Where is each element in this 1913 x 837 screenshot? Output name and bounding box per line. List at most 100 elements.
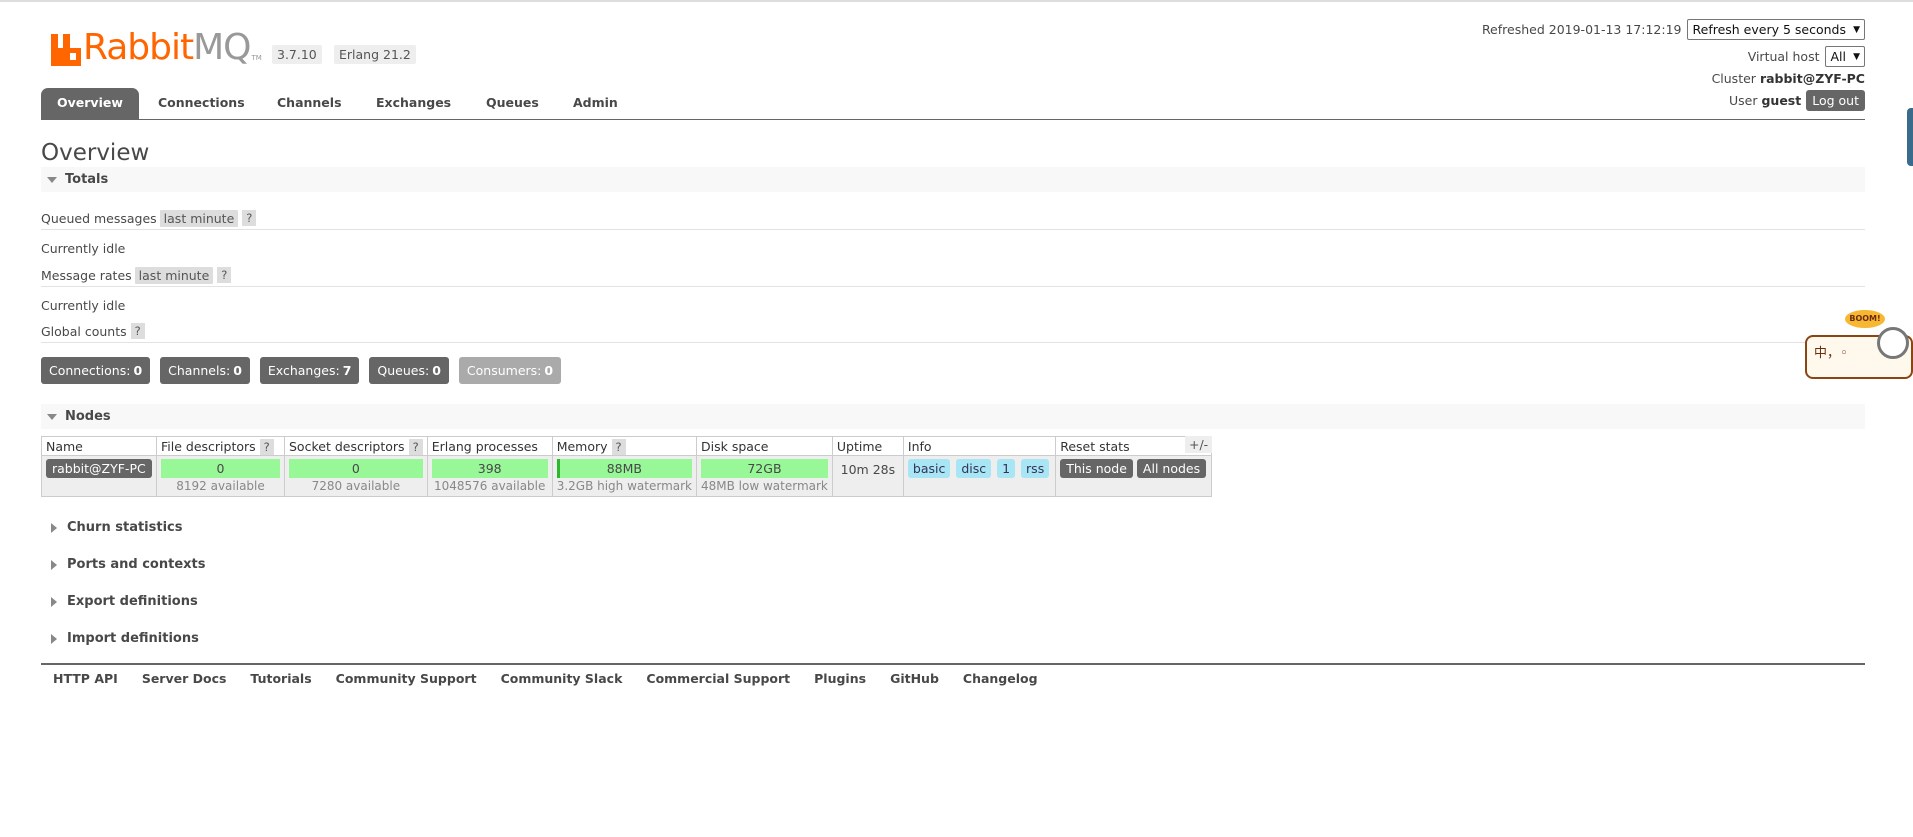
triangle-right-icon <box>51 596 57 607</box>
section-label: Totals <box>65 172 109 187</box>
queued-messages-status: Currently idle <box>41 241 126 256</box>
footer-links: HTTP API Server Docs Tutorials Community… <box>41 663 1865 686</box>
edge-sidebar-handle[interactable] <box>1907 108 1913 166</box>
footer-link-commercial-support[interactable]: Commercial Support <box>646 671 790 686</box>
message-rates-header: Message rates last minute ? <box>41 264 1865 287</box>
logo-trademark: TM <box>251 54 262 62</box>
footer-link-server-docs[interactable]: Server Docs <box>142 671 227 686</box>
queued-messages-label: Queued messages <box>41 210 157 226</box>
logo-wordmark: RabbitMQ <box>83 27 252 68</box>
section-toggle-nodes[interactable]: Nodes <box>41 404 1865 429</box>
queued-messages-header: Queued messages last minute ? <box>41 207 1865 230</box>
section-label: Nodes <box>65 409 111 424</box>
queued-messages-range-button[interactable]: last minute <box>159 209 239 227</box>
version-badge: 3.7.10 <box>272 45 322 64</box>
memory-bar: 88MB <box>556 459 692 478</box>
message-rates-status: Currently idle <box>41 298 126 313</box>
table-row: rabbit@ZYF-PC 0 8192 available 0 7280 av… <box>41 455 1213 497</box>
footer-link-plugins[interactable]: Plugins <box>814 671 866 686</box>
queued-messages-help-button[interactable]: ? <box>242 210 257 226</box>
help-button[interactable]: ? <box>259 438 274 455</box>
uptime-value: 10m 28s <box>831 455 904 497</box>
column-header: Info <box>902 436 1057 456</box>
column-header: Memory? <box>551 436 698 456</box>
column-header: Uptime <box>831 436 904 456</box>
footer-link-github[interactable]: GitHub <box>890 671 939 686</box>
message-rates-help-button[interactable]: ? <box>217 267 232 283</box>
section-toggle-totals[interactable]: Totals <box>41 167 1865 192</box>
triangle-right-icon <box>51 522 57 533</box>
message-rates-label: Message rates <box>41 267 132 283</box>
footer-link-tutorials[interactable]: Tutorials <box>250 671 311 686</box>
refresh-interval-select[interactable]: Refresh every 5 seconds ▼ <box>1686 18 1865 40</box>
section-label: Ports and contexts <box>67 557 206 572</box>
reset-all-nodes-button[interactable]: All nodes <box>1136 459 1207 478</box>
top-border <box>0 0 1913 2</box>
ime-floating-widget[interactable]: 中，◦ BOOM! <box>1805 305 1913 379</box>
socket-descriptors-available: 7280 available <box>311 479 401 493</box>
info-badge-count[interactable]: 1 <box>997 459 1016 478</box>
queues-count-button[interactable]: Queues: 0 <box>369 357 449 384</box>
consumers-count-button[interactable]: Consumers: 0 <box>458 357 562 384</box>
column-header: Name <box>41 436 157 456</box>
column-header: Erlang processes <box>426 436 553 456</box>
triangle-right-icon <box>51 559 57 570</box>
tab-admin[interactable]: Admin <box>573 88 618 119</box>
footer-link-changelog[interactable]: Changelog <box>963 671 1038 686</box>
exchanges-count-button[interactable]: Exchanges: 7 <box>259 357 360 384</box>
message-rates-range-button[interactable]: last minute <box>134 266 214 284</box>
global-counts: Connections: 0 Channels: 0 Exchanges: 7 Que… <box>41 357 562 384</box>
footer-link-http-api[interactable]: HTTP API <box>53 671 118 686</box>
page-title: Overview <box>41 140 150 166</box>
erlang-version-badge: Erlang 21.2 <box>334 45 416 64</box>
dropdown-arrow-icon: ▼ <box>1853 24 1860 35</box>
global-counts-header: Global counts ? <box>41 320 1865 343</box>
file-descriptors-available: 8192 available <box>176 479 265 493</box>
rabbitmq-logo-icon <box>51 34 81 66</box>
section-label: Churn statistics <box>67 520 183 535</box>
tab-overview[interactable]: Overview <box>41 88 139 119</box>
help-button[interactable]: ? <box>611 438 626 455</box>
main-nav-tabs: Overview Connections Channels Exchanges … <box>41 88 1865 120</box>
memory-watermark: 3.2GB high watermark <box>556 479 692 493</box>
channels-count-button[interactable]: Channels: 0 <box>160 357 250 384</box>
tab-connections[interactable]: Connections <box>158 88 245 119</box>
info-badge-basic[interactable]: basic <box>907 459 951 478</box>
dropdown-arrow-icon: ▼ <box>1853 51 1860 62</box>
rabbitmq-logo[interactable]: RabbitMQ TM <box>51 26 262 66</box>
node-name-link[interactable]: rabbit@ZYF-PC <box>46 459 152 478</box>
tab-channels[interactable]: Channels <box>277 88 342 119</box>
section-toggle-ports-and-contexts[interactable]: Ports and contexts <box>41 552 1865 577</box>
tab-exchanges[interactable]: Exchanges <box>376 88 451 119</box>
socket-descriptors-bar: 0 <box>289 459 423 478</box>
global-counts-label: Global counts <box>41 323 127 339</box>
section-toggle-export-definitions[interactable]: Export definitions <box>41 589 1865 614</box>
triangle-down-icon <box>47 176 57 183</box>
triangle-down-icon <box>47 413 57 420</box>
info-badge-rss[interactable]: rss <box>1021 459 1050 478</box>
info-badge-disc[interactable]: disc <box>956 459 992 478</box>
section-label: Import definitions <box>67 631 199 646</box>
boom-sticker-icon: BOOM! <box>1845 310 1885 328</box>
table-header-row: Name File descriptors? Socket descriptor… <box>41 436 1213 456</box>
nodes-table: Name File descriptors? Socket descriptor… <box>41 436 1213 497</box>
column-header: File descriptors? <box>156 436 285 456</box>
virtual-host-select[interactable]: All ▼ <box>1824 45 1865 67</box>
section-toggle-import-definitions[interactable]: Import definitions <box>41 626 1865 651</box>
refreshed-timestamp: Refreshed 2019-01-13 17:12:19 <box>1481 21 1682 37</box>
help-button[interactable]: ? <box>408 438 423 455</box>
magnifier-mascot-icon <box>1877 327 1909 359</box>
reset-this-node-button[interactable]: This node <box>1060 459 1133 478</box>
section-toggle-churn-statistics[interactable]: Churn statistics <box>41 515 1865 540</box>
tab-queues[interactable]: Queues <box>486 88 539 119</box>
erlang-processes-available: 1048576 available <box>433 479 546 493</box>
column-header: Disk space <box>696 436 833 456</box>
footer-link-community-slack[interactable]: Community Slack <box>501 671 623 686</box>
global-counts-help-button[interactable]: ? <box>130 323 145 339</box>
footer-link-community-support[interactable]: Community Support <box>336 671 477 686</box>
disk-space-watermark: 48MB low watermark <box>701 479 828 493</box>
disk-space-bar: 72GB <box>701 459 828 478</box>
columns-toggle-button[interactable]: +/- <box>1185 436 1213 453</box>
cluster-label: Cluster <box>1711 70 1756 86</box>
connections-count-button[interactable]: Connections: 0 <box>41 357 151 384</box>
